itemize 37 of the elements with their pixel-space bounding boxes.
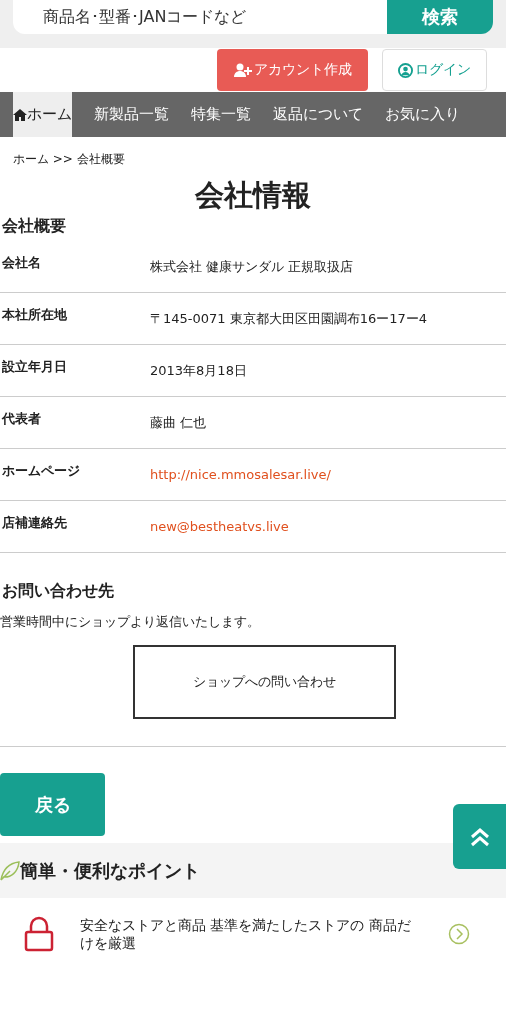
nav-tab[interactable]: 返品について [262, 92, 374, 137]
login-button[interactable]: ログイン [382, 49, 487, 91]
row-label: 代表者 [0, 409, 42, 428]
row-value: 藤曲 仁也 [150, 413, 207, 432]
chevron-circle-icon[interactable] [448, 923, 470, 946]
points-title: 簡単・便利なポイント [20, 858, 200, 883]
leaf-icon [0, 860, 20, 881]
scroll-top-button[interactable] [453, 804, 506, 869]
link[interactable]: new@bestheatvs.live [150, 519, 289, 534]
page-title: 会社情報 [194, 177, 312, 213]
chevron-up-icon [469, 826, 490, 847]
nav-tab[interactable]: 特集一覧 [180, 92, 262, 137]
back-button[interactable]: 戻る [0, 773, 105, 836]
contact-button[interactable]: ショップへの問い合わせ [133, 645, 396, 719]
add-user-icon [233, 63, 252, 77]
contact-text: 営業時間中にショップより返信いたします。 [0, 613, 261, 631]
link[interactable]: http://nice.mmosalesar.live/ [150, 467, 331, 482]
row-label: 会社名 [1, 253, 42, 272]
nav-tab[interactable]: 新製品一覧 [83, 92, 180, 137]
section-title: 会社概要 [1, 215, 67, 237]
row-label: 本社所在地 [1, 305, 68, 324]
row-value: 株式会社 健康サンダル 正規取扱店 [150, 257, 354, 276]
row-value: 2013年8月18日 [150, 361, 247, 380]
contact-title: お問い合わせ先 [2, 581, 115, 602]
row-label: ホームページ [1, 461, 81, 480]
user-icon [398, 62, 413, 78]
nav-tab[interactable]: お気に入り [374, 92, 471, 137]
row-label: 設立年月日 [1, 357, 68, 376]
search-button[interactable]: 検索 [387, 0, 493, 34]
row-label: 店補連絡先 [1, 513, 68, 532]
point-text: 安全なストアと商品 基準を満たしたストアの 商品だけを厳選 [80, 916, 412, 953]
nav-tab[interactable]: ホーム [13, 92, 72, 137]
lock-icon [24, 916, 54, 953]
create-account-button[interactable]: アカウント作成 [217, 49, 368, 91]
search-field[interactable]: 商品名･型番･JANコードなど [13, 0, 387, 34]
row-value: 〒145-0071 東京都大田区田園調布16ー17ー4 [150, 309, 428, 328]
breadcrumb: ホーム >> 会社概要 [12, 151, 126, 168]
